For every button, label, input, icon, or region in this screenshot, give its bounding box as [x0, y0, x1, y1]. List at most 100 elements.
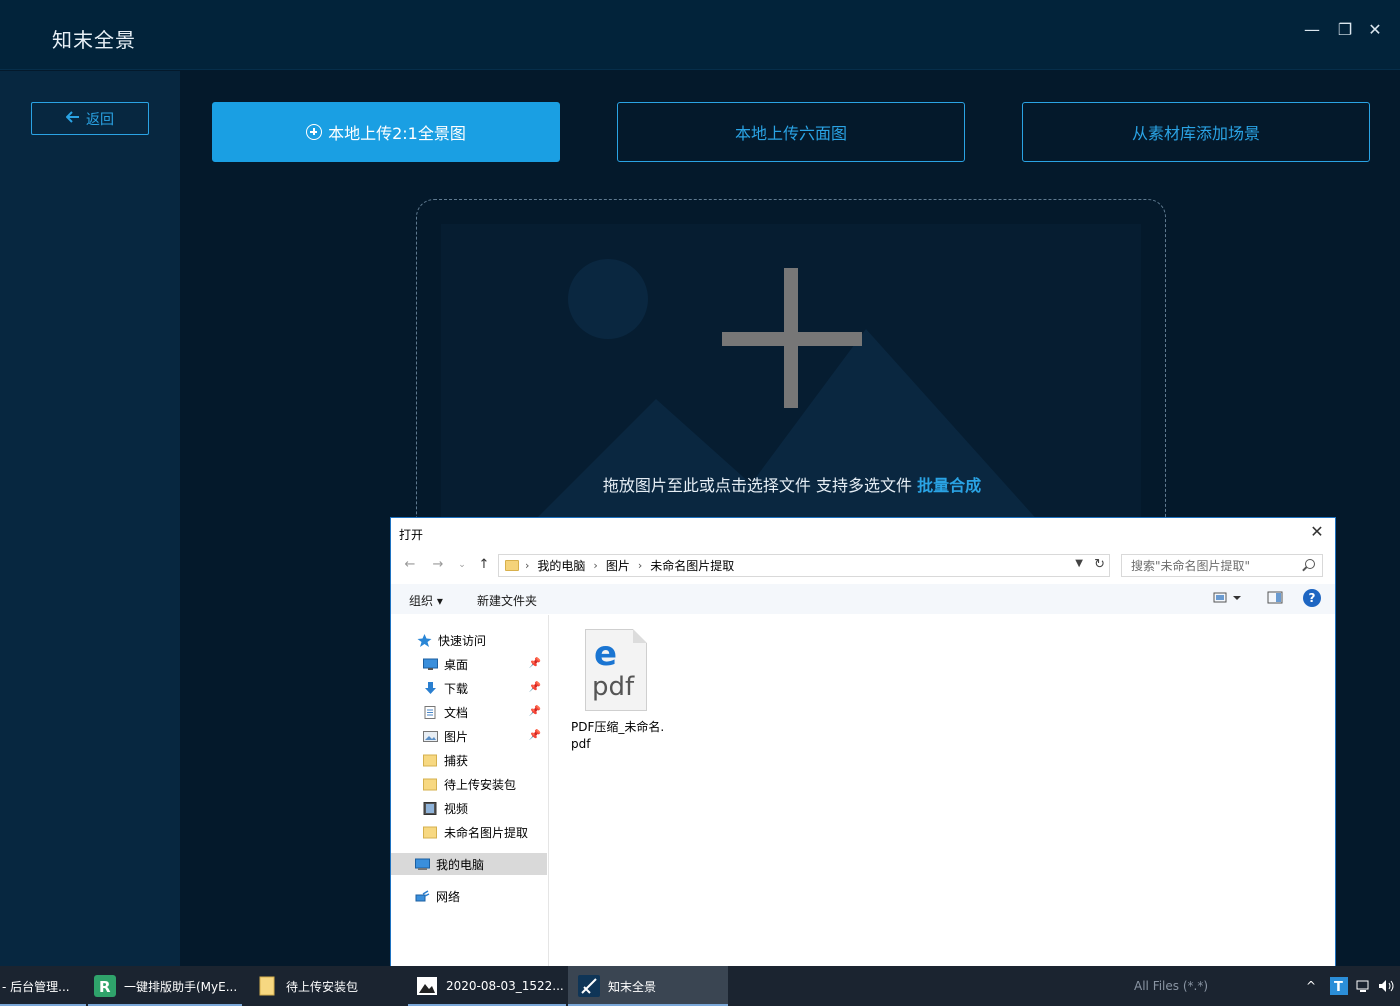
nav-network[interactable]: 网络: [391, 885, 547, 907]
nav-item-label: 桌面: [444, 657, 469, 672]
upload-panorama-button[interactable]: 本地上传2:1全景图: [212, 102, 560, 162]
help-icon[interactable]: ?: [1303, 589, 1321, 607]
nav-item-documents[interactable]: 文档 📌: [391, 701, 547, 723]
svg-text:R: R: [99, 978, 111, 996]
taskbar-item-label: 待上传安装包: [286, 979, 359, 994]
nav-item-label: 捕获: [444, 753, 469, 768]
pictures-icon: [423, 730, 438, 743]
star-icon: [417, 633, 432, 647]
upload-panorama-label: 本地上传2:1全景图: [328, 124, 466, 143]
search-input[interactable]: 搜索"未命名图片提取": [1121, 554, 1323, 577]
nav-item-label: 下载: [444, 681, 469, 696]
nav-item-pictures[interactable]: 图片 📌: [391, 725, 547, 747]
big-plus-icon-vertical: [784, 268, 798, 408]
breadcrumb-current[interactable]: 未命名图片提取: [650, 557, 734, 574]
nav-item-label: 文档: [444, 705, 469, 720]
breadcrumb-chevron-icon: ›: [637, 559, 643, 572]
back-label: 返回: [86, 111, 114, 128]
taskbar-item-zhimo[interactable]: 知末全景: [568, 966, 728, 1006]
dialog-toolbar: 组织 ▾ 新建文件夹 ?: [391, 584, 1335, 614]
nav-item-videos[interactable]: 视频: [391, 797, 547, 819]
refresh-icon[interactable]: ↻: [1094, 557, 1105, 572]
view-options-icon[interactable]: [1213, 591, 1241, 605]
new-folder-button[interactable]: 新建文件夹: [477, 592, 537, 609]
desktop-icon: [423, 658, 438, 671]
volume-icon[interactable]: [1378, 966, 1396, 1006]
nav-quick-access-label: 快速访问: [438, 633, 487, 648]
address-row: ← → ⌄ ↑ › 我的电脑 › 图片 › 未命名图片提取 ▼ ↻ 搜索"未命名…: [391, 551, 1335, 581]
close-button[interactable]: ✕: [1363, 18, 1387, 42]
pin-icon: 📌: [528, 706, 541, 717]
nav-item-captures[interactable]: 捕获: [391, 749, 547, 771]
nav-item-label: 待上传安装包: [444, 777, 517, 792]
dialog-close-icon[interactable]: ✕: [1307, 522, 1327, 542]
folder-icon: [423, 754, 438, 767]
folder-icon: [423, 826, 438, 839]
navigation-pane: 快速访问 桌面 📌 下载 📌 文档 📌 图片 📌 捕获 待上传安装包 视频 未命…: [391, 615, 549, 978]
taskbar-item-label: - 后台管理...: [2, 979, 70, 994]
app-title: 知末全景: [52, 28, 136, 52]
nav-item-label: 未命名图片提取: [444, 825, 529, 840]
taskbar: - 后台管理... R 一键排版助手(MyE... 待上传安装包 2020-08…: [0, 966, 1400, 1006]
arrow-left-icon: [65, 110, 80, 127]
upload-cube-button[interactable]: 本地上传六面图: [617, 102, 965, 162]
left-panel: 返回: [0, 71, 180, 966]
breadcrumb-chevron-icon: ›: [525, 559, 530, 572]
pdf-label-icon: pdf: [592, 672, 635, 702]
add-from-library-button[interactable]: 从素材库添加场景: [1022, 102, 1370, 162]
nav-item-desktop[interactable]: 桌面 📌: [391, 653, 547, 675]
file-name: PDF压缩_未命名.pdf: [571, 720, 665, 751]
computer-icon: [415, 858, 430, 871]
drop-hint-text: 拖放图片至此或点击选择文件 支持多选文件: [602, 476, 918, 495]
video-icon: [423, 801, 438, 815]
zhimo-app-icon: [578, 975, 600, 997]
upload-cube-label: 本地上传六面图: [734, 124, 847, 143]
folder-icon: [256, 975, 278, 997]
taskbar-item-label: 知末全景: [608, 979, 657, 994]
nav-network-label: 网络: [436, 889, 461, 904]
organize-menu[interactable]: 组织 ▾: [409, 592, 443, 609]
batch-merge-link[interactable]: 批量合成: [917, 476, 981, 495]
nav-item-downloads[interactable]: 下载 📌: [391, 677, 547, 699]
address-dropdown-icon[interactable]: ▼: [1075, 558, 1083, 569]
minimize-button[interactable]: —: [1300, 18, 1324, 42]
tray-chevron-icon[interactable]: ^: [1306, 966, 1316, 1006]
nav-this-pc-label: 我的电脑: [436, 857, 485, 872]
layout-helper-app-icon: R: [94, 975, 116, 997]
taskbar-item-folder[interactable]: 待上传安装包: [248, 966, 402, 1006]
edge-logo-icon: e: [594, 634, 618, 674]
back-arrow-icon[interactable]: ←: [401, 555, 419, 575]
nav-item-unnamed-extract[interactable]: 未命名图片提取: [391, 821, 547, 843]
up-arrow-icon[interactable]: ↑: [475, 555, 493, 575]
breadcrumb-pictures[interactable]: 图片: [606, 557, 630, 574]
nav-item-pending-upload[interactable]: 待上传安装包: [391, 773, 547, 795]
search-placeholder: 搜索"未命名图片提取": [1131, 559, 1251, 573]
tray-input-icon[interactable]: T: [1330, 966, 1348, 1006]
nav-this-pc[interactable]: 我的电脑: [391, 853, 547, 875]
title-bar: 知末全景 — ❐ ✕: [0, 0, 1400, 70]
image-viewer-icon: [416, 975, 438, 997]
network-tray-icon[interactable]: [1356, 966, 1372, 1006]
add-from-library-label: 从素材库添加场景: [1131, 124, 1260, 143]
pdf-file-icon: e pdf: [585, 629, 647, 711]
taskbar-item-label: 2020-08-03_1522...: [446, 979, 564, 993]
add-circle-icon: [306, 124, 323, 140]
folder-icon: [423, 778, 438, 791]
taskbar-item-layout-helper[interactable]: R 一键排版助手(MyE...: [88, 966, 242, 1006]
breadcrumb-this-pc[interactable]: 我的电脑: [537, 557, 585, 574]
download-icon: [423, 681, 438, 695]
nav-quick-access[interactable]: 快速访问: [391, 629, 547, 651]
svg-text:T: T: [1334, 980, 1343, 995]
document-icon: [423, 705, 438, 719]
history-dropdown-icon[interactable]: ⌄: [453, 555, 471, 575]
forward-arrow-icon[interactable]: →: [429, 555, 447, 575]
nav-item-label: 视频: [444, 801, 469, 816]
taskbar-item-admin[interactable]: - 后台管理...: [0, 966, 86, 1006]
pin-icon: 📌: [528, 658, 541, 669]
taskbar-item-image[interactable]: 2020-08-03_1522...: [408, 966, 566, 1006]
preview-pane-icon[interactable]: [1267, 591, 1283, 605]
address-bar[interactable]: › 我的电脑 › 图片 › 未命名图片提取 ▼ ↻: [498, 554, 1110, 577]
maximize-button[interactable]: ❐: [1333, 18, 1357, 42]
pin-icon: 📌: [528, 730, 541, 741]
back-button[interactable]: 返回: [31, 102, 149, 135]
